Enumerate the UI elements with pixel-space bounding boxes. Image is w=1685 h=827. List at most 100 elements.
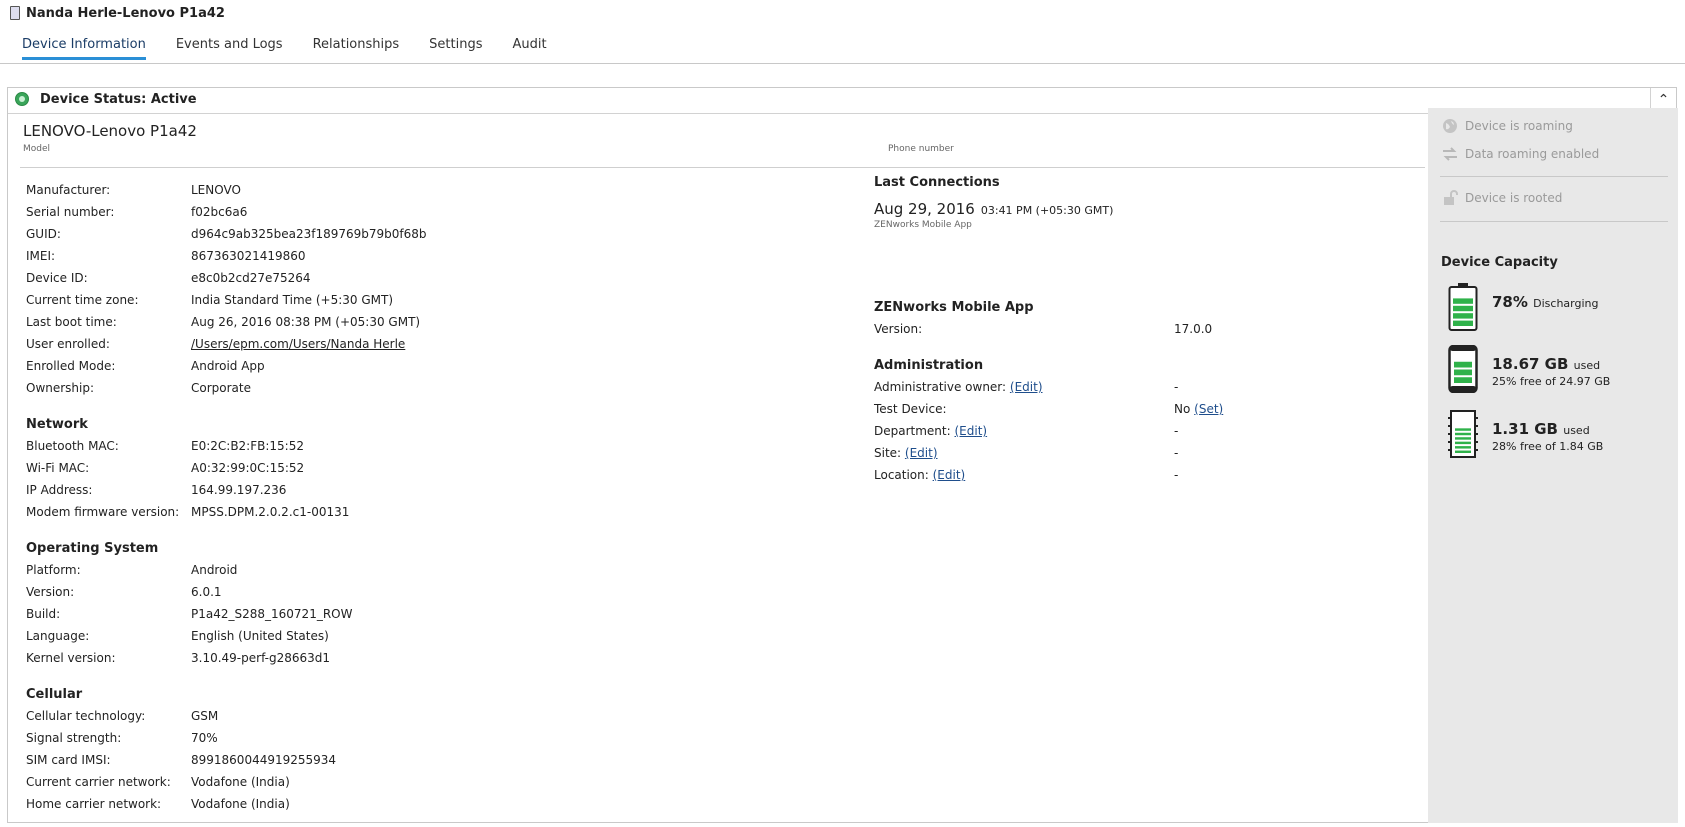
detail-label: Platform:: [26, 563, 81, 577]
user-enrolled-link[interactable]: /Users/epm.com/Users/Nanda Herle: [191, 337, 405, 351]
detail-row: Last boot time: Aug 26, 2016 08:38 PM (+0…: [26, 311, 826, 333]
detail-label: Manufacturer:: [26, 183, 111, 197]
detail-row: Kernel version: 3.10.49-perf-g28663d1: [26, 647, 826, 669]
edit-department-link[interactable]: (Edit): [955, 424, 988, 438]
roaming-status: Device is roaming: [1442, 118, 1573, 134]
internal-storage-capacity: 18.67 GB used 25% free of 24.97 GB: [1448, 344, 1610, 396]
test-device-value-cell: No (Set): [1174, 402, 1223, 416]
detail-label: Version:: [26, 585, 75, 599]
department-label-cell: Department: (Edit): [874, 424, 1174, 438]
detail-row: Current carrier network: Vodafone (India): [26, 771, 826, 793]
tab-divider: [0, 63, 1685, 64]
tab-settings[interactable]: Settings: [429, 34, 482, 60]
detail-row: IMEI: 867363021419860: [26, 245, 826, 267]
detail-row: Wi-Fi MAC: A0:32:99:0C:15:52: [26, 457, 826, 479]
flags-divider: [1440, 221, 1668, 222]
detail-row: GUID: d964c9ab325bea23f189769b79b0f68b: [26, 223, 826, 245]
edit-owner-link[interactable]: (Edit): [1010, 380, 1043, 394]
sd-used-segment: [1455, 446, 1471, 449]
detail-row: Signal strength: 70%: [26, 727, 826, 749]
last-connection-source: ZENworks Mobile App: [874, 220, 972, 230]
last-connection-time: 03:41 PM (+05:30 GMT): [980, 204, 1114, 217]
detail-value: LENOVO: [191, 183, 241, 197]
tab-device-information[interactable]: Device Information: [22, 34, 146, 60]
set-test-device-link[interactable]: (Set): [1194, 402, 1223, 416]
department-row: Department: (Edit) -: [874, 420, 1434, 442]
admin-owner-label: Administrative owner:: [874, 380, 1007, 394]
unlock-icon: [1444, 190, 1458, 205]
tab-audit[interactable]: Audit: [512, 34, 546, 60]
tab-relationships[interactable]: Relationships: [313, 34, 400, 60]
detail-value: MPSS.DPM.2.0.2.c1-00131: [191, 505, 350, 519]
phone-number-caption: Phone number: [888, 144, 954, 154]
detail-value: E0:2C:B2:FB:15:52: [191, 439, 304, 453]
tab-bar: Device Information Events and Logs Relat…: [22, 34, 577, 64]
zenworks-app-title: ZENworks Mobile App: [874, 299, 1034, 315]
detail-value: 6.0.1: [191, 585, 222, 599]
location-row: Location: (Edit) -: [874, 464, 1434, 486]
detail-value: d964c9ab325bea23f189769b79b0f68b: [191, 227, 427, 241]
detail-label: IMEI:: [26, 249, 56, 263]
battery-level-segment: [1453, 313, 1473, 319]
phone-storage-icon: [1448, 344, 1478, 394]
sd-used-segment: [1455, 437, 1471, 440]
edit-location-link[interactable]: (Edit): [933, 468, 966, 482]
detail-label: Device ID:: [26, 271, 88, 285]
detail-label: IP Address:: [26, 483, 93, 497]
detail-label: User enrolled:: [26, 337, 110, 351]
internal-used: 18.67 GB: [1492, 355, 1569, 373]
location-label-cell: Location: (Edit): [874, 468, 1174, 482]
detail-value: A0:32:99:0C:15:52: [191, 461, 305, 475]
detail-value: Corporate: [191, 381, 251, 395]
detail-row: Current time zone: India Standard Time (+…: [26, 289, 826, 311]
detail-value: 3.10.49-perf-g28663d1: [191, 651, 331, 665]
battery-level-segment: [1453, 320, 1473, 326]
detail-label: Bluetooth MAC:: [26, 439, 119, 453]
detail-row: Version: 6.0.1: [26, 581, 826, 603]
battery-icon: [1448, 283, 1478, 331]
globe-icon: [1443, 119, 1457, 133]
detail-row: SIM card IMSI: 8991860044919255934: [26, 749, 826, 771]
detail-value: English (United States): [191, 629, 329, 643]
location-value: -: [1174, 468, 1179, 482]
battery-percent-line: 78% Discharging: [1492, 293, 1598, 311]
site-row: Site: (Edit) -: [874, 442, 1434, 464]
panel-header: Device Status: Active ⌃: [8, 88, 1676, 114]
detail-value: 70%: [191, 731, 218, 745]
mobile-device-icon: [10, 6, 20, 20]
detail-label: Current time zone:: [26, 293, 139, 307]
sd-used-segment: [1455, 432, 1471, 436]
detail-row: Manufacturer: LENOVO: [26, 179, 826, 201]
battery-state: Discharging: [1533, 297, 1599, 310]
sd-free: 28% free of 1.84 GB: [1492, 440, 1604, 453]
administration-title: Administration: [874, 357, 984, 373]
sd-card-icon: [1448, 410, 1478, 458]
tab-events-and-logs[interactable]: Events and Logs: [176, 34, 283, 60]
sd-card-capacity: 1.31 GB used 28% free of 1.84 GB: [1448, 410, 1603, 461]
detail-label: GUID:: [26, 227, 61, 241]
detail-value: Android App: [191, 359, 265, 373]
detail-label: Last boot time:: [26, 315, 117, 329]
detail-row: IP Address: 164.99.197.236: [26, 479, 826, 501]
zenworks-version-row: Version: 17.0.0: [874, 318, 1434, 340]
last-connection-entry: Aug 29, 2016 03:41 PM (+05:30 GMT) ZENwor…: [874, 200, 1434, 230]
detail-label: Cellular technology:: [26, 709, 146, 723]
detail-row: Bluetooth MAC: E0:2C:B2:FB:15:52: [26, 435, 826, 457]
version-value: 17.0.0: [1174, 322, 1213, 336]
data-roaming-status: Data roaming enabled: [1442, 146, 1599, 162]
test-device-value: No: [1174, 402, 1191, 416]
rooted-label: Device is rooted: [1465, 191, 1563, 205]
detail-value: GSM: [191, 709, 219, 723]
internal-used-line: 18.67 GB used: [1492, 355, 1600, 373]
detail-value: Aug 26, 2016 08:38 PM (+05:30 GMT): [191, 315, 421, 329]
detail-label: Ownership:: [26, 381, 95, 395]
model-caption: Model: [23, 144, 51, 154]
internal-free: 25% free of 24.97 GB: [1492, 375, 1611, 388]
detail-value: Android: [191, 563, 238, 577]
detail-row: Serial number: f02bc6a6: [26, 201, 826, 223]
sd-used: 1.31 GB: [1492, 420, 1558, 438]
admin-owner-label-cell: Administrative owner: (Edit): [874, 380, 1174, 394]
edit-site-link[interactable]: (Edit): [905, 446, 938, 460]
admin-owner-value: -: [1174, 380, 1179, 394]
battery-percent: 78%: [1492, 293, 1528, 311]
